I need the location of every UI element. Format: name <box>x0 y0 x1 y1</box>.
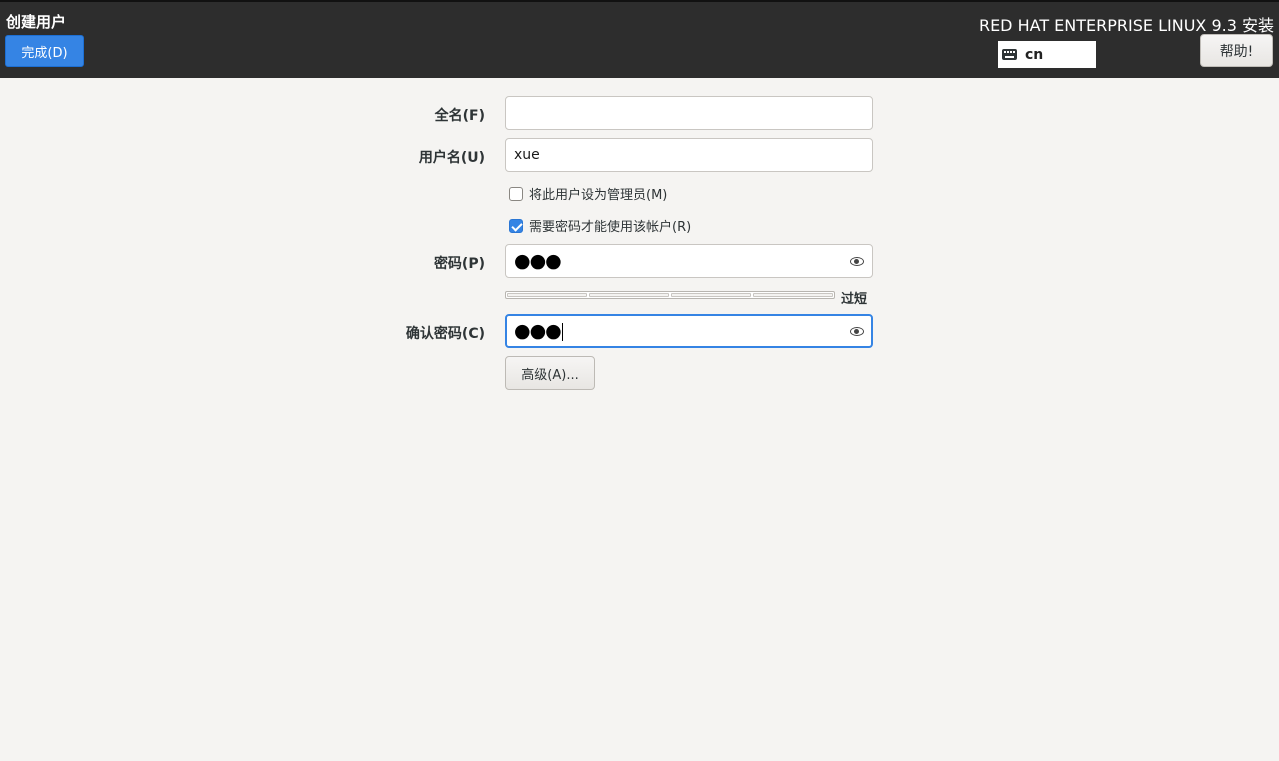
require-password-checkbox-label: 需要密码才能使用该帐户(R) <box>529 220 692 235</box>
eye-icon[interactable] <box>850 256 864 266</box>
keyboard-layout-indicator[interactable]: cn <box>998 41 1096 68</box>
password-field[interactable]: ●●● <box>505 244 873 278</box>
help-button[interactable]: 帮助! <box>1200 34 1273 67</box>
product-title: RED HAT ENTERPRISE LINUX 9.3 安装 <box>978 16 1274 35</box>
text-cursor <box>561 322 563 341</box>
keyboard-icon <box>1002 49 1017 60</box>
keyboard-layout-label: cn <box>1025 46 1044 63</box>
password-masked-value: ●●● <box>514 250 562 272</box>
require-password-checkbox[interactable] <box>509 218 523 233</box>
confirm-password-label: 确认密码(C) <box>405 326 485 342</box>
advanced-button[interactable]: 高级(A)... <box>505 356 595 390</box>
admin-checkbox-row[interactable]: 将此用户设为管理员(M) <box>509 184 667 203</box>
password-strength-text: 过短 <box>841 292 868 307</box>
fullname-label: 全名(F) <box>434 108 485 124</box>
username-label: 用户名(U) <box>418 150 485 166</box>
eye-icon[interactable] <box>850 326 864 336</box>
page-title: 创建用户 <box>6 13 67 31</box>
password-label: 密码(P) <box>433 256 485 272</box>
require-password-checkbox-row[interactable]: 需要密码才能使用该帐户(R) <box>509 216 691 235</box>
username-value: xue <box>514 147 540 163</box>
admin-checkbox-label: 将此用户设为管理员(M) <box>529 188 668 203</box>
username-field[interactable]: xue <box>505 138 873 172</box>
admin-checkbox[interactable] <box>509 186 523 201</box>
header-bar: 创建用户 完成(D) RED HAT ENTERPRISE LINUX 9.3 … <box>0 0 1279 78</box>
password-strength-meter <box>505 291 835 299</box>
confirm-password-masked-value: ●●● <box>514 320 562 342</box>
confirm-password-field[interactable]: ●●● <box>505 314 873 348</box>
done-button[interactable]: 完成(D) <box>5 35 84 67</box>
fullname-field[interactable] <box>505 96 873 130</box>
